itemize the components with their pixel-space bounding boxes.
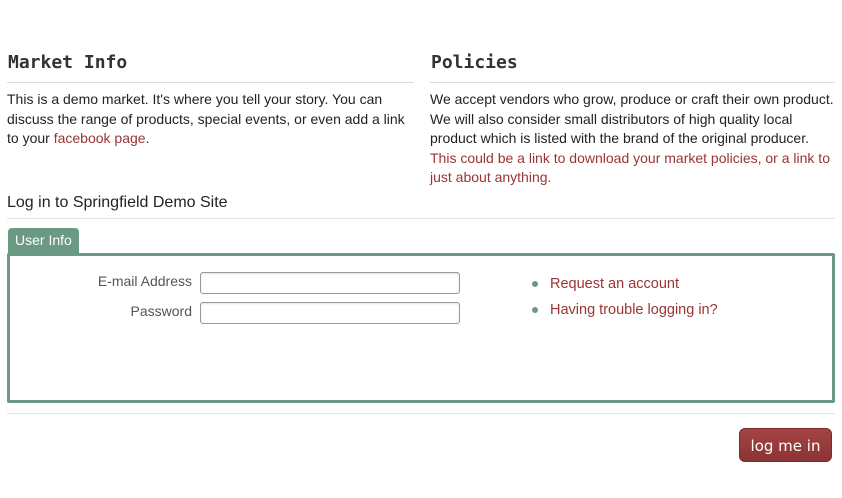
account-links: Request an account Having trouble loggin… bbox=[528, 274, 718, 326]
market-policies-link[interactable]: This could be a link to download your ma… bbox=[430, 150, 830, 186]
email-label: E-mail Address bbox=[97, 273, 192, 289]
bullet-icon bbox=[532, 281, 538, 287]
divider bbox=[7, 413, 835, 414]
market-info-section: Market Info This is a demo market. It's … bbox=[7, 50, 414, 149]
login-title: Log in to Springfield Demo Site bbox=[7, 194, 835, 219]
market-info-suffix: . bbox=[145, 130, 150, 146]
password-field[interactable] bbox=[200, 302, 460, 324]
trouble-logging-in-link[interactable]: Having trouble logging in? bbox=[550, 302, 718, 318]
log-me-in-button[interactable]: log me in bbox=[739, 428, 832, 462]
market-info-heading: Market Info bbox=[7, 50, 414, 83]
password-label: Password bbox=[130, 303, 192, 319]
policies-heading: Policies bbox=[430, 50, 835, 83]
policies-section: Policies We accept vendors who grow, pro… bbox=[430, 50, 835, 188]
policies-body: We accept vendors who grow, produce or c… bbox=[430, 91, 834, 146]
policies-text: We accept vendors who grow, produce or c… bbox=[430, 90, 835, 188]
email-field[interactable] bbox=[200, 272, 460, 294]
tab-user-info[interactable]: User Info bbox=[8, 228, 79, 254]
bullet-icon bbox=[532, 307, 538, 313]
list-item: Request an account bbox=[528, 274, 718, 300]
facebook-page-link[interactable]: facebook page bbox=[54, 130, 146, 146]
list-item: Having trouble logging in? bbox=[528, 300, 718, 326]
market-info-text: This is a demo market. It's where you te… bbox=[7, 90, 414, 149]
user-info-panel: E-mail Address Password Request an accou… bbox=[7, 253, 835, 403]
request-account-link[interactable]: Request an account bbox=[550, 276, 679, 292]
